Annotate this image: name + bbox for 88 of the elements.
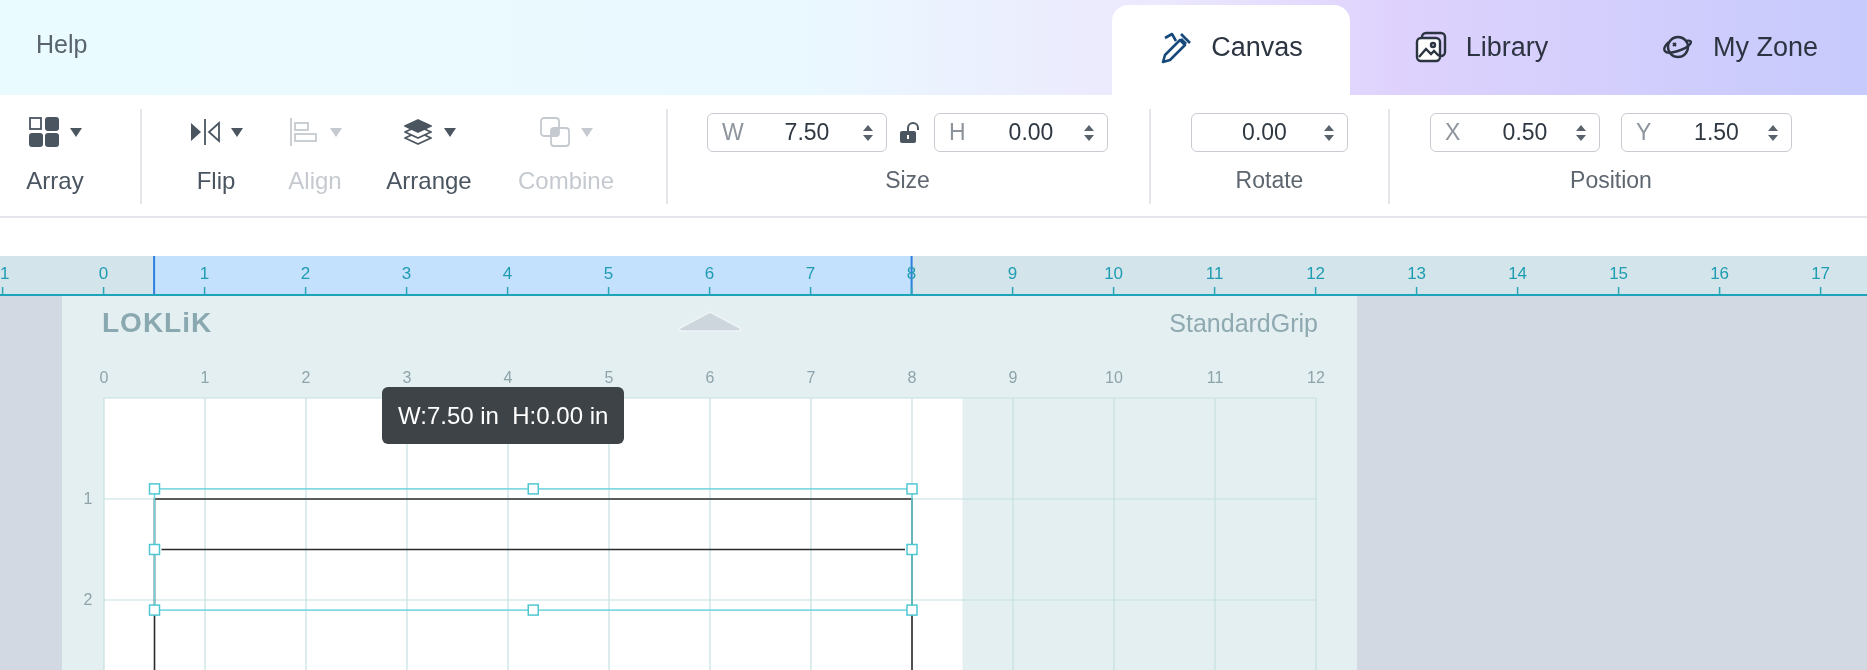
layers-icon	[401, 116, 434, 148]
ruler-label: 17	[1811, 264, 1831, 283]
resize-handle[interactable]	[906, 483, 918, 495]
nav-tab[interactable]: Library	[1350, 5, 1612, 95]
mat-ruler-label: 12	[1307, 369, 1325, 386]
width-field[interactable]: W 7.50	[707, 113, 887, 152]
mat-ruler-label: 3	[402, 369, 412, 386]
overlap-squares-icon	[538, 116, 571, 148]
mat-ruler-label: 0	[99, 369, 109, 386]
field-value: 0.00	[1007, 119, 1055, 146]
ruler-label: 15	[1609, 264, 1629, 283]
ruler-label: 11	[1205, 264, 1224, 283]
resize-handle[interactable]	[148, 543, 161, 556]
mat-ruler-label: 7	[806, 369, 816, 386]
ruler-label: 2	[300, 264, 311, 283]
ruler-label: 12	[1306, 264, 1326, 283]
height-field[interactable]: H 0.00	[934, 113, 1108, 152]
ruler-label: 13	[1407, 264, 1427, 283]
resize-handle[interactable]	[906, 604, 918, 616]
y-position-field[interactable]: Y 1.50	[1621, 113, 1792, 152]
field-label: W	[722, 119, 745, 146]
field-value: 0.00	[1241, 119, 1288, 146]
ruler-label: 0	[98, 264, 109, 283]
ruler-label: 6	[704, 264, 715, 283]
mat-collapse-arrow-icon[interactable]	[678, 311, 742, 332]
toolbar-button[interactable]: Array	[10, 95, 100, 216]
flip-icon	[188, 116, 221, 148]
spinner-icon[interactable]	[862, 123, 874, 142]
caret-icon	[229, 126, 244, 138]
mat-ruler-label: 10	[1105, 369, 1123, 386]
align-left-icon	[287, 116, 320, 148]
resize-handle[interactable]	[148, 483, 161, 495]
ruler-label: 16	[1710, 264, 1730, 283]
rotate-label: Rotate	[1235, 167, 1304, 194]
dimension-tooltip: W:7.50 in H:0.00 in	[382, 387, 625, 444]
mat-type-label: StandardGrip	[1169, 309, 1318, 337]
field-value: 7.50	[783, 119, 831, 146]
ruler-label: 1	[0, 264, 10, 283]
help-link[interactable]: Help	[0, 0, 88, 95]
ruler-label: 1	[199, 264, 210, 283]
line-shape[interactable]	[160, 548, 906, 551]
ruler-label: 9	[1007, 264, 1018, 283]
field-label: X	[1445, 119, 1462, 146]
resize-handle[interactable]	[906, 543, 918, 556]
mat-ruler-label: 6	[705, 369, 715, 386]
spinner-icon[interactable]	[1323, 123, 1335, 142]
spinner-icon[interactable]	[1575, 123, 1587, 142]
mat-ruler-label: 1	[83, 490, 93, 507]
unlock-icon[interactable]	[898, 121, 920, 144]
size-label: Size	[885, 167, 930, 194]
mat-ruler-label: 2	[301, 369, 311, 386]
mat-ruler-label: 5	[604, 369, 614, 386]
mat-ruler-label: 8	[907, 369, 917, 386]
nav-tab[interactable]: Canvas	[1112, 5, 1350, 95]
toolbar-button[interactable]: Flip	[171, 95, 261, 216]
mat-ruler-label: 11	[1206, 369, 1224, 386]
ruler-label: 14	[1508, 264, 1528, 283]
caret-icon	[442, 126, 457, 138]
resize-handle[interactable]	[148, 604, 161, 616]
mat-ruler-label: 1	[200, 369, 210, 386]
nav-tab[interactable]: My Zone	[1612, 5, 1867, 95]
x-position-field[interactable]: X 0.50	[1430, 113, 1600, 152]
mat-ruler-label: 2	[83, 591, 93, 608]
images-icon	[1413, 30, 1448, 64]
grid-icon	[27, 116, 60, 148]
ruler-label: 7	[805, 264, 816, 283]
brand-logo: LOKLiK	[102, 307, 213, 338]
caret-icon	[579, 126, 594, 138]
ruler-label: 10	[1104, 264, 1124, 283]
ruler-label: 5	[603, 264, 614, 283]
spinner-icon[interactable]	[1767, 123, 1779, 142]
caret-icon	[328, 126, 343, 138]
ruler-label: 3	[401, 264, 412, 283]
ruler-label: 4	[502, 264, 513, 283]
caret-icon	[68, 126, 83, 138]
resize-handle[interactable]	[527, 483, 539, 495]
field-value: 1.50	[1693, 119, 1740, 146]
rotate-field[interactable]: 0.00	[1191, 113, 1348, 152]
mat-ruler-label: 4	[503, 369, 513, 386]
field-label: H	[949, 119, 967, 146]
resize-handle[interactable]	[527, 604, 539, 616]
field-label: Y	[1636, 119, 1653, 146]
field-value: 0.50	[1501, 119, 1549, 146]
spinner-icon[interactable]	[1083, 123, 1095, 142]
toolbar-button[interactable]: Arrange	[374, 95, 484, 216]
position-label: Position	[1570, 167, 1652, 194]
mat-ruler-label: 9	[1008, 369, 1018, 386]
selection-frame[interactable]	[148, 483, 918, 616]
